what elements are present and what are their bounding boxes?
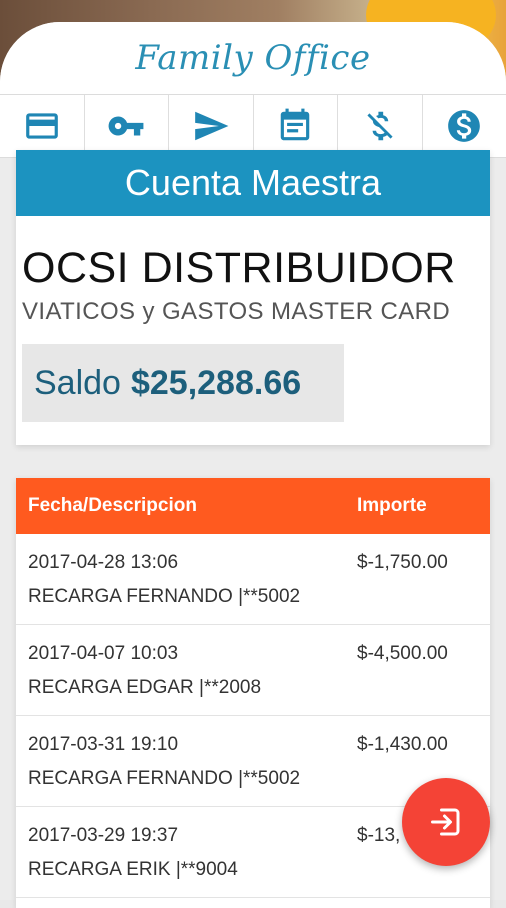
credit-card-icon — [23, 107, 61, 145]
logout-icon — [428, 804, 464, 840]
tab-bar — [0, 94, 506, 158]
column-header-amount: Importe — [357, 495, 427, 517]
transaction-date: 2017-04-28 13:06 — [28, 552, 178, 574]
brand-logo-text: Family Office — [135, 38, 370, 78]
account-card: Cuenta Maestra OCSI DISTRIBUIDOR VIATICO… — [16, 150, 490, 445]
balance-amount: $25,288.66 — [131, 364, 301, 403]
tab-key[interactable] — [85, 95, 170, 157]
column-header-date-description: Fecha/Descripcion — [28, 495, 197, 517]
transaction-date: 2017-03-29 19:37 — [28, 825, 178, 847]
company-name: OCSI DISTRIBUIDOR — [22, 244, 456, 293]
tab-credit-card[interactable] — [0, 95, 85, 157]
transaction-description: RECARGA FERNANDO |**5002 — [28, 586, 300, 608]
dollar-circle-icon — [445, 107, 483, 145]
account-header-title: Cuenta Maestra — [125, 162, 381, 204]
transaction-description: RECARGA FERNANDO |**5002 — [28, 768, 300, 790]
key-icon — [107, 107, 145, 145]
transaction-description: RECARGA ERIK |**9004 — [28, 859, 238, 881]
balance-label: Saldo — [34, 364, 121, 403]
transaction-amount: $-1,430.00 — [357, 734, 448, 756]
transaction-date: 2017-03-31 19:10 — [28, 734, 178, 756]
transaction-amount: $-13, — [357, 825, 400, 847]
table-row[interactable]: 2017-04-07 10:03 RECARGA EDGAR |**2008 $… — [16, 625, 490, 716]
table-header: Fecha/Descripcion Importe — [16, 478, 490, 534]
transaction-date: 2017-04-07 10:03 — [28, 643, 178, 665]
account-card-header: Cuenta Maestra — [16, 150, 490, 216]
send-icon — [192, 107, 230, 145]
transaction-amount: $-1,750.00 — [357, 552, 448, 574]
tab-send[interactable] — [169, 95, 254, 157]
dollar-off-icon — [361, 107, 399, 145]
logout-fab-button[interactable] — [402, 778, 490, 866]
tab-dollar-off[interactable] — [338, 95, 423, 157]
table-row[interactable]: 2017-04-28 13:06 RECARGA FERNANDO |**500… — [16, 534, 490, 625]
calendar-icon — [276, 107, 314, 145]
transaction-amount: $-4,500.00 — [357, 643, 448, 665]
balance-box: Saldo $25,288.66 — [22, 344, 344, 422]
account-description: VIATICOS y GASTOS MASTER CARD — [22, 298, 450, 326]
transaction-description: RECARGA EDGAR |**2008 — [28, 677, 261, 699]
brand-header: Family Office — [0, 22, 506, 94]
tab-calendar[interactable] — [254, 95, 339, 157]
tab-dollar-circle[interactable] — [423, 95, 506, 157]
